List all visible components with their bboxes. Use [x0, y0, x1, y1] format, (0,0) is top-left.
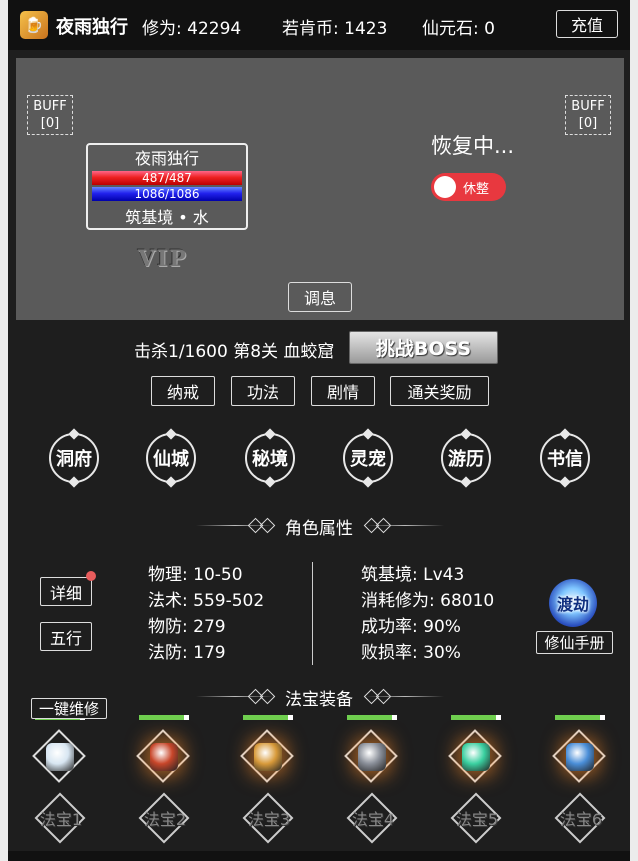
vip-badge: VIP [138, 246, 188, 272]
challenge-boss-button[interactable]: 挑战BOSS [349, 331, 498, 364]
beer-logo-icon: 🍺 [20, 11, 48, 39]
tab-story[interactable]: 剧情 [311, 376, 375, 406]
recovering-status: 恢复中... [431, 134, 515, 158]
buff-left-count: [0] [40, 116, 60, 131]
rest-toggle[interactable]: 休整 [431, 173, 506, 201]
cultivation-stat: 修为: 42294 [142, 19, 242, 39]
treasure-slot[interactable]: 法宝5 [450, 792, 502, 844]
bracelet-icon [566, 743, 594, 771]
kill-progress: 击杀1/1600 第8关 血蛟窟 [134, 342, 335, 362]
buff-right[interactable]: BUFF [0] [565, 95, 611, 135]
notification-dot [86, 571, 96, 581]
place-travel[interactable]: 游历 [441, 433, 491, 483]
player-card[interactable]: 夜雨独行 487/487 1086/1086 筑基境 • 水 [86, 143, 248, 230]
durability-bar [451, 715, 501, 720]
equip-slot-bracelet[interactable] [552, 729, 606, 783]
attr-divider [312, 562, 313, 665]
attr-magic-def: 法防: 179 [148, 643, 226, 663]
coin-stat: 若肯币: 1423 [282, 19, 388, 39]
attributes-title: 角色属性 [285, 519, 353, 539]
attr-cost: 消耗修为: 68010 [361, 591, 495, 611]
place-letters[interactable]: 书信 [540, 433, 590, 483]
armor-icon [254, 743, 282, 771]
tab-skills[interactable]: 功法 [231, 376, 295, 406]
top-bar: 🍺 夜雨独行 修为: 42294 若肯币: 1423 仙元石: 0 充值 [8, 0, 630, 50]
cultivation-manual-button[interactable]: 修仙手册 [536, 631, 613, 654]
attr-physical-def: 物防: 279 [148, 617, 226, 637]
bottom-bar [8, 851, 630, 861]
sword-icon [46, 743, 74, 771]
rest-toggle-label: 休整 [463, 182, 490, 197]
treasure-slot[interactable]: 法宝1 [34, 792, 86, 844]
divider-line [366, 696, 444, 697]
treasure-label: 法宝6 [559, 810, 603, 829]
durability-bar [555, 715, 605, 720]
five-elements-button[interactable]: 五行 [40, 622, 92, 651]
attr-magic: 法术: 559-502 [148, 591, 265, 611]
player-name: 夜雨独行 [56, 17, 128, 38]
place-cave[interactable]: 洞府 [49, 433, 99, 483]
helmet-icon [150, 743, 178, 771]
equip-slot-boots[interactable] [344, 729, 398, 783]
mp-bar: 1086/1086 [92, 187, 242, 201]
attr-fail-loss: 败损率: 30% [361, 643, 461, 663]
attr-left-list: 物理: 10-50 法术: 559-502 物防: 279 法防: 179 [148, 562, 264, 666]
equip-slot-ornament[interactable] [448, 729, 502, 783]
tribulation-orb-icon[interactable]: 渡劫 [549, 579, 597, 627]
treasure-slot[interactable]: 法宝6 [554, 792, 606, 844]
place-city[interactable]: 仙城 [146, 433, 196, 483]
durability-bar [243, 715, 293, 720]
treasure-label: 法宝2 [143, 810, 187, 829]
detail-button[interactable]: 详细 [40, 577, 92, 606]
buff-right-label: BUFF [571, 99, 605, 114]
attr-success-rate: 成功率: 90% [361, 617, 461, 637]
treasure-slot[interactable]: 法宝4 [346, 792, 398, 844]
recharge-button[interactable]: 充值 [556, 10, 618, 38]
buff-left[interactable]: BUFF [0] [27, 95, 73, 135]
treasure-label: 法宝1 [39, 810, 83, 829]
tab-clear-reward[interactable]: 通关奖励 [390, 376, 489, 406]
repair-all-button[interactable]: 一键维修 [31, 698, 107, 719]
durability-bar [347, 715, 397, 720]
treasure-label: 法宝4 [351, 810, 395, 829]
player-card-name: 夜雨独行 [134, 149, 199, 168]
place-secret-realm[interactable]: 秘境 [245, 433, 295, 483]
stone-stat: 仙元石: 0 [422, 19, 495, 39]
attr-right-list: 筑基境: Lv43 消耗修为: 68010 成功率: 90% 败损率: 30% [361, 562, 494, 666]
divider-line [366, 525, 444, 526]
tab-ring[interactable]: 纳戒 [151, 376, 215, 406]
toggle-knob [434, 176, 456, 198]
buff-right-count: [0] [578, 116, 598, 131]
treasure-slot[interactable]: 法宝3 [242, 792, 294, 844]
equip-slot-helmet[interactable] [136, 729, 190, 783]
buff-left-label: BUFF [33, 99, 67, 114]
durability-bar [139, 715, 189, 720]
battle-panel: BUFF [0] BUFF [0] 夜雨独行 487/487 1086/1086… [16, 58, 624, 320]
treasure-label: 法宝5 [455, 810, 499, 829]
hp-bar: 487/487 [92, 171, 242, 185]
jade-ornament-icon [462, 743, 490, 771]
adjust-breath-button[interactable]: 调息 [288, 282, 352, 312]
treasure-slot[interactable]: 法宝2 [138, 792, 190, 844]
attr-physical: 物理: 10-50 [148, 565, 243, 585]
place-spirit-pet[interactable]: 灵宠 [343, 433, 393, 483]
attr-realm-level: 筑基境: Lv43 [361, 565, 465, 585]
boots-icon [358, 743, 386, 771]
player-realm: 筑基境 • 水 [125, 208, 209, 227]
equip-slot-sword[interactable] [32, 729, 86, 783]
equip-slot-armor[interactable] [240, 729, 294, 783]
treasure-label: 法宝3 [247, 810, 291, 829]
